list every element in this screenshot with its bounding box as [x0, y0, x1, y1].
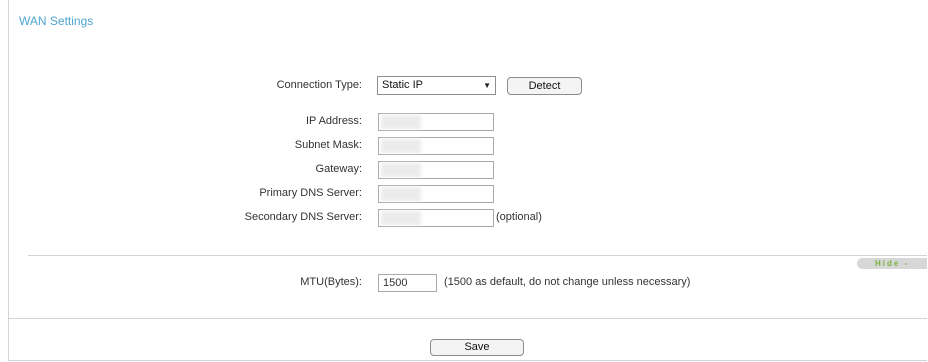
ip-address-input[interactable] [378, 113, 494, 131]
secondary-dns-label: Secondary DNS Server: [244, 211, 362, 223]
primary-dns-input[interactable] [378, 185, 494, 203]
connection-type-label: Connection Type: [276, 79, 362, 91]
hide-advanced-button[interactable]: Hide - [857, 258, 927, 269]
redacted-value [381, 211, 421, 225]
redacted-value [381, 139, 421, 153]
connection-type-select[interactable]: Static IP ▼ [377, 76, 496, 95]
detect-button[interactable]: Detect [507, 77, 582, 95]
gateway-label: Gateway: [315, 163, 362, 175]
section-divider [28, 255, 927, 256]
redacted-value [381, 115, 421, 129]
footer-divider [8, 318, 927, 319]
optional-note: (optional) [496, 211, 542, 223]
mtu-input[interactable]: 1500 [378, 274, 437, 292]
connection-type-value: Static IP [382, 79, 423, 91]
primary-dns-label: Primary DNS Server: [259, 187, 362, 199]
ip-address-label: IP Address: [305, 115, 362, 127]
mtu-label: MTU(Bytes): [300, 276, 362, 288]
mtu-note: (1500 as default, do not change unless n… [444, 276, 691, 288]
subnet-mask-label: Subnet Mask: [294, 139, 362, 151]
subnet-mask-input[interactable] [378, 137, 494, 155]
wan-settings-panel [8, 0, 927, 361]
panel-title: WAN Settings [19, 14, 94, 28]
secondary-dns-input[interactable] [378, 209, 494, 227]
gateway-input[interactable] [378, 161, 494, 179]
redacted-value [381, 163, 421, 177]
save-button[interactable]: Save [430, 339, 524, 356]
redacted-value [381, 187, 421, 201]
chevron-down-icon: ▼ [483, 81, 491, 90]
